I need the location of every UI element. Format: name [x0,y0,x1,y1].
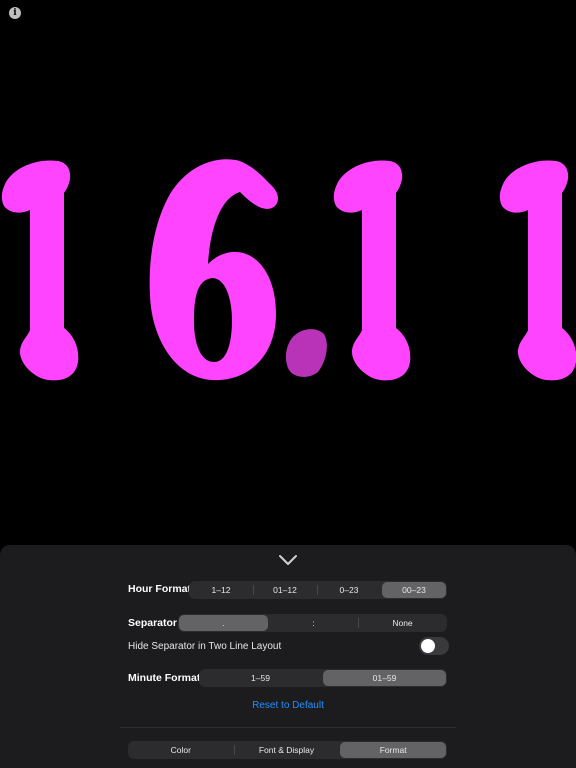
separator-label: Separator [128,617,178,629]
settings-tab-bar: Color Font & Display Format [128,741,447,759]
minute-format-option-1-59[interactable]: 1–59 [199,669,322,687]
minute-format-option-01-59[interactable]: 01–59 [323,670,446,686]
settings-panel: Hour Format 1–12 01–12 0–23 00–23 Separa… [0,545,576,768]
clock-digit-minute-ones [499,160,576,381]
reset-to-default-button[interactable]: Reset to Default [200,700,376,711]
hour-format-option-0-23[interactable]: 0–23 [317,581,381,599]
clock-digit-hour-ones [149,159,278,381]
clock-separator [285,329,327,377]
hide-separator-toggle[interactable] [419,637,449,655]
hour-format-segmented-control: 1–12 01–12 0–23 00–23 [189,581,447,599]
tab-color[interactable]: Color [128,741,234,759]
hour-format-option-1-12[interactable]: 1–12 [189,581,253,599]
separator-segmented-control: . : None [178,614,447,632]
separator-option-dot[interactable]: . [179,615,268,631]
chevron-down-icon[interactable] [277,553,299,567]
divider [120,727,456,728]
hour-format-option-00-23[interactable]: 00–23 [382,582,446,598]
separator-option-none[interactable]: None [358,614,447,632]
clock-display [0,150,576,390]
tab-font-display[interactable]: Font & Display [233,741,340,759]
hide-separator-label: Hide Separator in Two Line Layout [128,641,282,652]
toggle-knob [421,639,435,653]
minute-format-segmented-control: 1–59 01–59 [199,669,447,687]
tab-format[interactable]: Format [340,742,447,758]
clock-digit-hour-tens [1,160,79,381]
separator-option-colon[interactable]: : [269,614,358,632]
clock-digit-minute-tens [333,160,411,381]
minute-format-label: Minute Format [128,672,201,684]
hour-format-label: Hour Format [128,583,191,595]
hour-format-option-01-12[interactable]: 01–12 [253,581,317,599]
info-icon[interactable]: i [9,7,21,19]
